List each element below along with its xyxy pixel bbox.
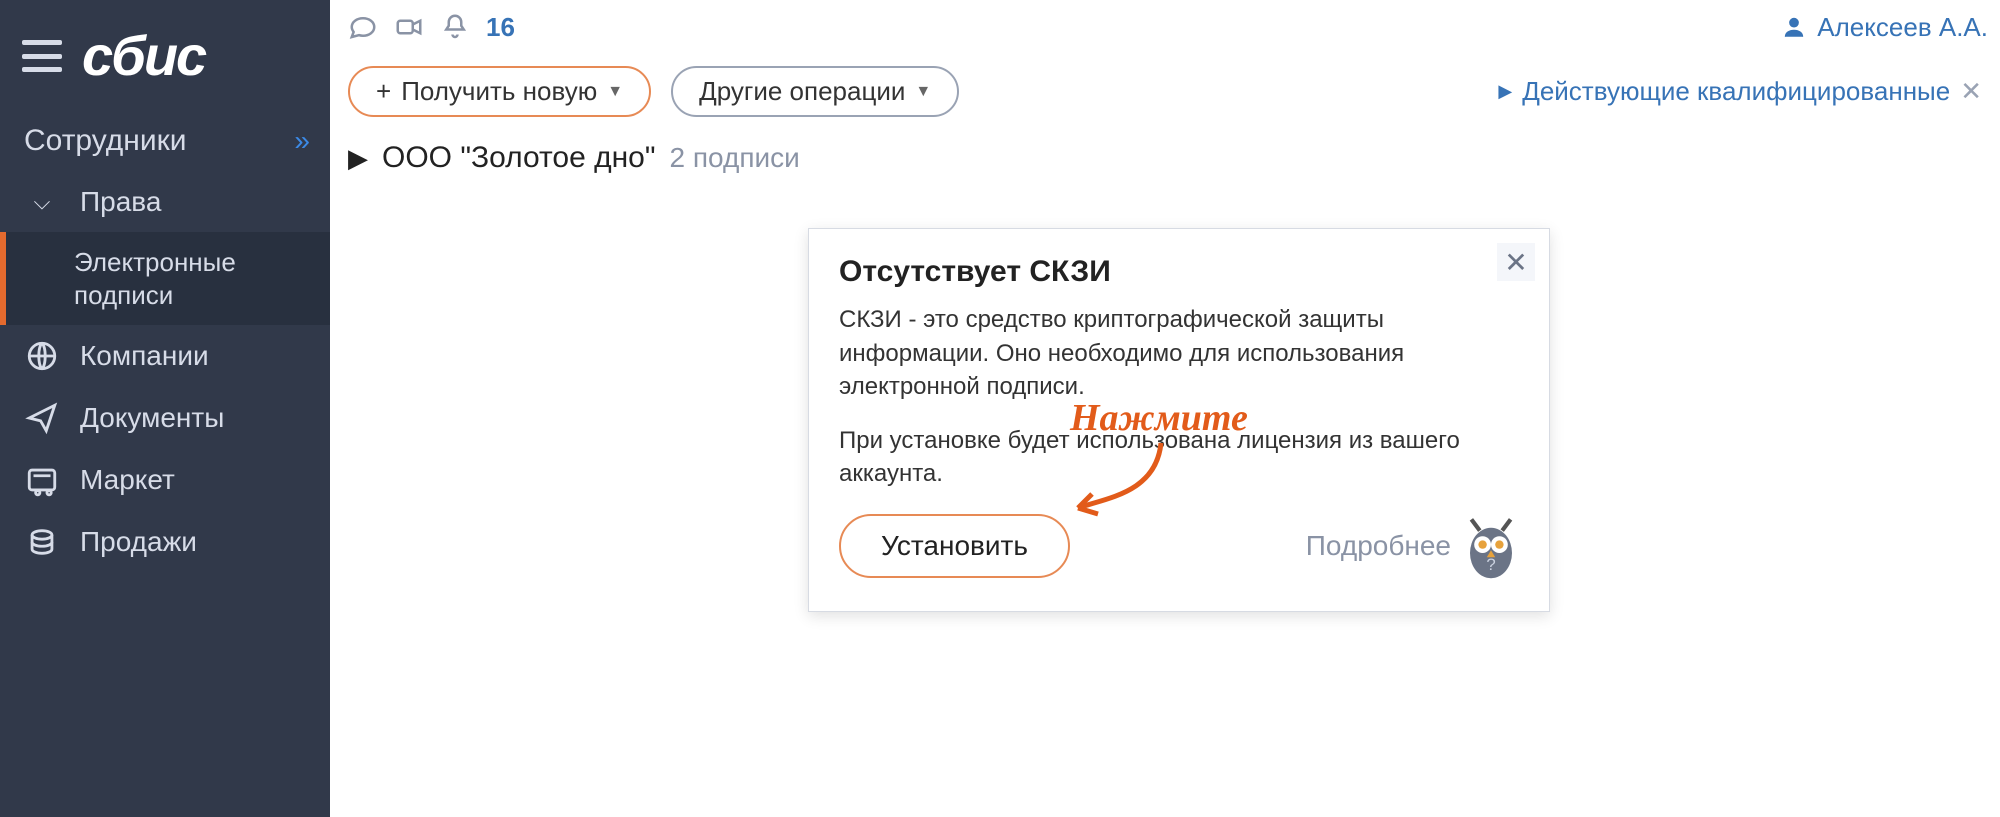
missing-skzi-dialog: ✕ Отсутствует СКЗИ СКЗИ - это средство к… bbox=[808, 228, 1550, 612]
sidebar-item-esignatures[interactable]: Электронные подписи bbox=[0, 232, 330, 325]
bell-icon[interactable] bbox=[440, 12, 470, 42]
cart-icon bbox=[25, 463, 59, 497]
sidebar-item-rights[interactable]: ⌵ Права bbox=[0, 172, 330, 232]
notification-count[interactable]: 16 bbox=[486, 12, 515, 43]
toolbar: + Получить новую ▼ Другие операции ▼ ▶ Д… bbox=[330, 48, 2000, 125]
coins-icon bbox=[25, 525, 59, 559]
dropdown-icon: ▼ bbox=[915, 83, 931, 101]
play-icon: ▶ bbox=[1498, 81, 1512, 102]
dialog-paragraph-1: СКЗИ - это средство криптографической за… bbox=[839, 303, 1519, 404]
chat-icon[interactable] bbox=[348, 12, 378, 42]
other-operations-button[interactable]: Другие операции ▼ bbox=[671, 66, 959, 117]
sidebar-item-label: Продажи bbox=[80, 526, 197, 558]
dialog-paragraph-2: При установке будет использована лицензи… bbox=[839, 424, 1519, 491]
sidebar-header: сбис bbox=[0, 0, 330, 106]
signature-count: 2 подписи bbox=[670, 142, 800, 174]
main-content: 16 Алексеев А.А. + Получить новую ▼ Друг… bbox=[330, 0, 2000, 817]
install-button[interactable]: Установить bbox=[839, 514, 1070, 578]
plus-icon: + bbox=[376, 76, 391, 107]
sidebar-item-label: Документы bbox=[80, 402, 224, 434]
user-name: Алексеев А.А. bbox=[1817, 12, 1988, 43]
user-menu[interactable]: Алексеев А.А. bbox=[1781, 12, 1988, 43]
sidebar-item-sales[interactable]: Продажи bbox=[0, 511, 330, 573]
sidebar-item-label: Права bbox=[80, 186, 161, 218]
get-new-button[interactable]: + Получить новую ▼ bbox=[348, 66, 651, 117]
chevron-down-icon: ⌵ bbox=[34, 189, 51, 215]
sidebar-item-documents[interactable]: Документы bbox=[0, 387, 330, 449]
topbar-left: 16 bbox=[348, 12, 515, 43]
expand-icon[interactable]: ▶ bbox=[348, 143, 368, 174]
filter-current[interactable]: ▶ Действующие квалифицированные ✕ bbox=[1498, 76, 1982, 107]
clear-filter-icon[interactable]: ✕ bbox=[1960, 76, 1982, 107]
sidebar-section-employees[interactable]: Сотрудники » bbox=[0, 106, 330, 172]
more-link[interactable]: Подробнее bbox=[1306, 530, 1451, 562]
organization-row[interactable]: ▶ ООО "Золотое дно" 2 подписи bbox=[330, 125, 2000, 183]
sidebar-item-companies[interactable]: Компании bbox=[0, 325, 330, 387]
dialog-body: СКЗИ - это средство криптографической за… bbox=[839, 303, 1519, 491]
sidebar-section-label: Сотрудники bbox=[24, 124, 187, 158]
sidebar-item-label: Компании bbox=[80, 340, 209, 372]
menu-icon[interactable] bbox=[22, 40, 62, 72]
topbar: 16 Алексеев А.А. bbox=[330, 0, 2000, 48]
button-label: Другие операции bbox=[699, 76, 905, 107]
sidebar: сбис Сотрудники » ⌵ Права Электронные по… bbox=[0, 0, 330, 817]
button-label: Получить новую bbox=[401, 76, 597, 107]
user-icon bbox=[1781, 14, 1807, 40]
video-icon[interactable] bbox=[394, 12, 424, 42]
sidebar-item-market[interactable]: Маркет bbox=[0, 449, 330, 511]
app-logo: сбис bbox=[82, 28, 205, 84]
more-info[interactable]: Подробнее ? bbox=[1306, 511, 1519, 581]
dropdown-icon: ▼ bbox=[607, 83, 623, 101]
dialog-title: Отсутствует СКЗИ bbox=[839, 255, 1519, 289]
sidebar-item-label: Маркет bbox=[80, 464, 175, 496]
organization-name: ООО "Золотое дно" bbox=[382, 141, 656, 175]
dialog-actions: Установить Подробнее ? bbox=[839, 511, 1519, 581]
owl-icon: ? bbox=[1463, 511, 1519, 581]
filter-label: Действующие квалифицированные bbox=[1522, 76, 1950, 107]
paper-plane-icon bbox=[25, 401, 59, 435]
svg-text:?: ? bbox=[1486, 555, 1495, 574]
globe-icon bbox=[25, 339, 59, 373]
close-icon[interactable]: ✕ bbox=[1497, 243, 1535, 281]
chevron-right-double-icon[interactable]: » bbox=[294, 125, 306, 157]
sidebar-item-label: Электронные подписи bbox=[74, 246, 306, 311]
